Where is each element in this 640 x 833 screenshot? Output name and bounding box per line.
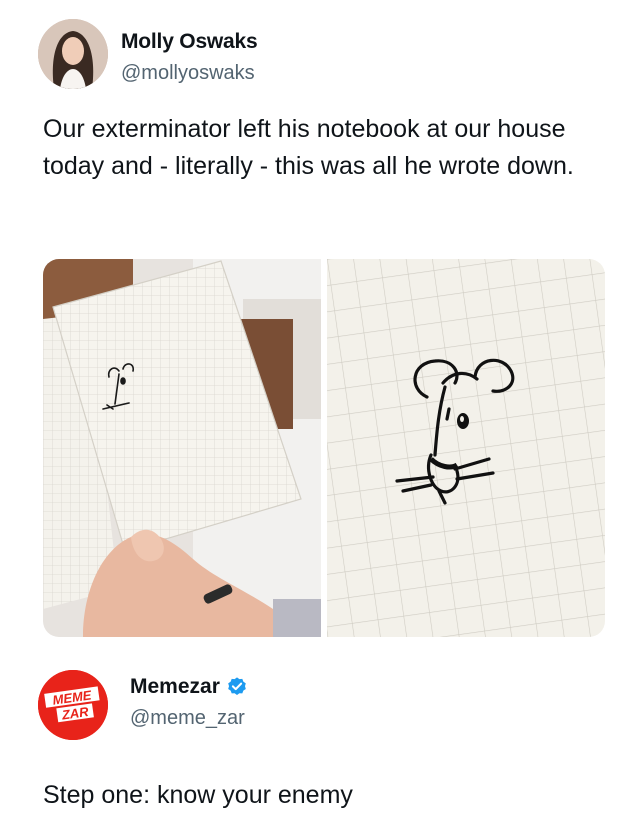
photo-mouse-drawing (327, 259, 605, 637)
media-photo-notebook-held[interactable] (43, 259, 321, 637)
post-media[interactable] (43, 259, 605, 637)
memezar-logo-icon: MEME ZAR (38, 670, 108, 740)
reply-text: Step one: know your enemy (43, 781, 353, 809)
reply-author-avatar[interactable]: MEME ZAR (38, 670, 108, 740)
reply-author-name[interactable]: Memezar (130, 675, 220, 699)
author-handle[interactable]: @mollyoswaks (121, 62, 255, 85)
media-photo-drawing-closeup[interactable] (327, 259, 605, 637)
author-name[interactable]: Molly Oswaks (121, 30, 258, 54)
author-avatar[interactable] (38, 19, 108, 89)
photo-notebook-in-hand (43, 259, 321, 637)
verified-badge-icon (226, 676, 248, 698)
post-text: Our exterminator left his notebook at ou… (43, 115, 574, 180)
reply-author-handle[interactable]: @meme_zar (130, 707, 245, 730)
reply-author-name-row[interactable]: Memezar (130, 675, 248, 699)
